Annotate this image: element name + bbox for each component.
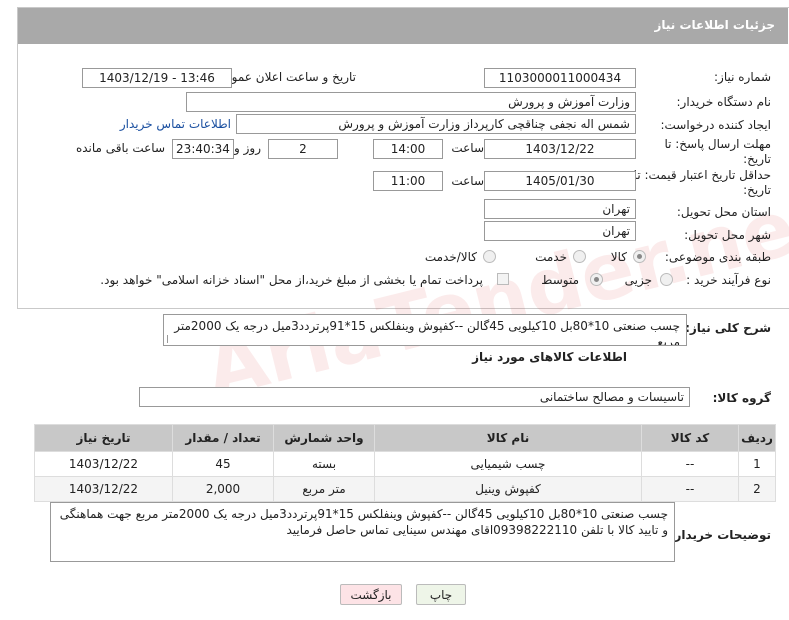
table-row: 1 -- چسب شیمیایی بسته 45 1403/12/22: [34, 451, 776, 477]
category-label: طبقه بندی موضوعی:: [664, 250, 771, 264]
creator-field: شمس اله نجفی چناقچی کارپرداز وزارت آموزش…: [236, 114, 636, 134]
resize-grip-icon[interactable]: [167, 335, 176, 343]
validity-time-label: ساعت: [451, 174, 484, 188]
city-label: شهر محل تحویل:: [684, 228, 771, 242]
process-option-minor: جزیی: [624, 273, 652, 287]
cell-unit: بسته: [273, 451, 375, 477]
province-field: تهران: [484, 199, 636, 219]
back-button[interactable]: بازگشت: [340, 584, 402, 605]
cell-date: 1403/12/22: [34, 476, 173, 502]
category-radio-service[interactable]: [573, 250, 586, 263]
validity-label: حداقل تاریخ اعتبار قیمت: تا تاریخ:: [633, 168, 771, 197]
remaining-label: ساعت باقی مانده: [75, 141, 165, 155]
treasury-payment-note: پرداخت تمام یا بخشی از مبلغ خرید،از محل …: [100, 273, 483, 287]
days-field: 2: [268, 139, 338, 159]
table-row: 2 -- کفپوش وینیل متر مربع 2,000 1403/12/…: [34, 476, 776, 502]
process-option-medium: متوسط: [541, 273, 579, 287]
announce-field: 1403/12/19 - 13:46: [82, 68, 232, 88]
validity-time-field: 11:00: [373, 171, 443, 191]
buyer-notes-label: توضیحات خریدار:: [669, 528, 771, 542]
category-option-goods: کالا: [610, 250, 627, 264]
col-header-row: ردیف: [738, 424, 776, 452]
category-radio-goods[interactable]: [633, 250, 646, 263]
cell-code: --: [641, 451, 739, 477]
treasury-payment-checkbox[interactable]: [497, 273, 509, 285]
category-option-both: کالا/خدمت: [424, 250, 477, 264]
col-header-unit: واحد شمارش: [273, 424, 375, 452]
process-label: نوع فرآیند خرید :: [686, 273, 771, 287]
summary-textarea[interactable]: چسب صنعتی 10*80بل 10کیلویی 45گالن --کفپو…: [163, 314, 687, 346]
contact-info-link[interactable]: اطلاعات تماس خریدار: [120, 117, 231, 131]
buyer-notes-text: چسب صنعتی 10*80بل 10کیلویی 45گالن --کفپو…: [59, 507, 668, 537]
group-field: تاسیسات و مصالح ساختمانی: [139, 387, 690, 407]
need-number-field: 1103000011000434: [484, 68, 636, 88]
group-label: گروه کالا:: [712, 391, 771, 405]
buyer-notes-textarea[interactable]: چسب صنعتی 10*80بل 10کیلویی 45گالن --کفپو…: [50, 502, 675, 562]
cell-name: کفپوش وینیل: [374, 476, 642, 502]
category-option-service: خدمت: [535, 250, 567, 264]
validity-date-field: 1405/01/30: [484, 171, 636, 191]
announce-label: تاریخ و ساعت اعلان عمومی:: [211, 70, 356, 84]
summary-text: چسب صنعتی 10*80بل 10کیلویی 45گالن --کفپو…: [174, 319, 680, 346]
process-radio-minor[interactable]: [660, 273, 673, 286]
items-table: ردیف کد کالا نام کالا واحد شمارش تعداد /…: [34, 424, 776, 502]
creator-label: ایجاد کننده درخواست:: [660, 118, 771, 132]
city-field: تهران: [484, 221, 636, 241]
col-header-code: کد کالا: [641, 424, 739, 452]
cell-date: 1403/12/22: [34, 451, 173, 477]
cell-qty: 2,000: [172, 476, 274, 502]
items-section-title: اطلاعات کالاهای مورد نیاز: [472, 350, 627, 364]
table-header-row: ردیف کد کالا نام کالا واحد شمارش تعداد /…: [34, 424, 776, 452]
print-button[interactable]: چاپ: [416, 584, 466, 605]
cell-row: 2: [738, 476, 776, 502]
deadline-time-field: 14:00: [373, 139, 443, 159]
col-header-date: تاریخ نیاز: [34, 424, 173, 452]
cell-code: --: [641, 476, 739, 502]
panel-title: جزئیات اطلاعات نیاز: [654, 18, 775, 32]
deadline-label: مهلت ارسال پاسخ: تا تاریخ:: [664, 137, 771, 166]
province-label: استان محل تحویل:: [676, 205, 771, 219]
process-radio-medium[interactable]: [590, 273, 603, 286]
buyer-org-label: نام دستگاه خریدار:: [676, 95, 772, 109]
panel-header: جزئیات اطلاعات نیاز: [18, 8, 788, 44]
category-radio-both[interactable]: [483, 250, 496, 263]
need-number-label: شماره نیاز:: [714, 70, 771, 84]
cell-row: 1: [738, 451, 776, 477]
buyer-org-field: وزارت آموزش و پرورش: [186, 92, 636, 112]
col-header-qty: تعداد / مقدار: [172, 424, 274, 452]
cell-qty: 45: [172, 451, 274, 477]
deadline-date-field: 1403/12/22: [484, 139, 636, 159]
cell-name: چسب شیمیایی: [374, 451, 642, 477]
deadline-time-label: ساعت: [451, 141, 484, 155]
remaining-time-field: 23:40:34: [172, 139, 234, 159]
days-label: روز و: [234, 141, 261, 155]
cell-unit: متر مربع: [273, 476, 375, 502]
summary-label: شرح کلی نیاز:: [685, 321, 771, 335]
col-header-name: نام کالا: [374, 424, 642, 452]
